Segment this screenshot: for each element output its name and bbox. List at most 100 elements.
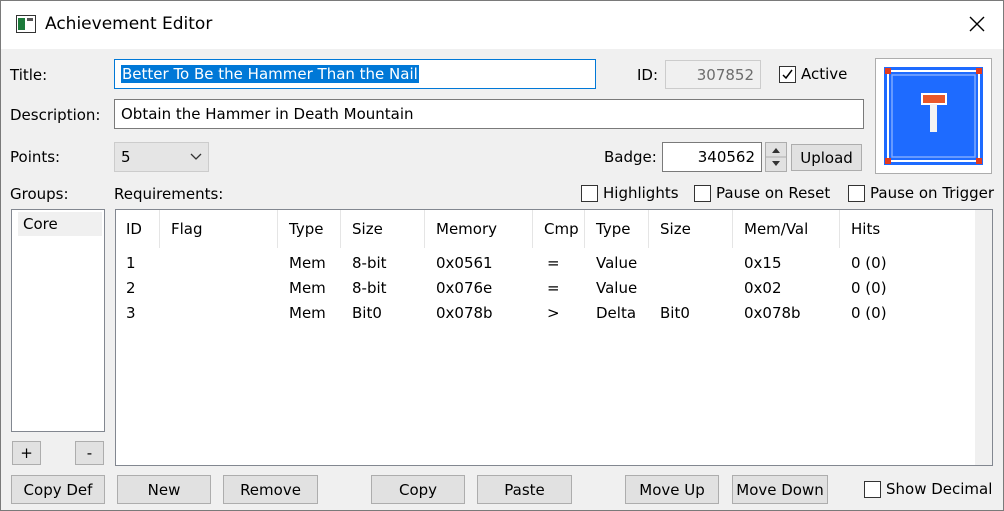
col-type[interactable]: Type (279, 210, 341, 248)
close-button[interactable] (951, 1, 1003, 47)
col-id[interactable]: ID (116, 210, 160, 248)
cell-cmp: = (547, 278, 560, 297)
cell-type: Mem (289, 253, 326, 272)
description-label: Description: (10, 106, 101, 124)
description-value: Obtain the Hammer in Death Mountain (121, 105, 414, 123)
badge-value: 340562 (697, 148, 755, 166)
title-label: Title: (10, 66, 48, 84)
col-size-2[interactable]: Size (650, 210, 733, 248)
cell-id: 1 (126, 253, 136, 272)
cell-size-2 (650, 275, 660, 300)
cell-mem-val: 0x078b (744, 303, 801, 322)
cell-type-2: Value (596, 278, 638, 297)
requirements-header: ID Flag Type Size Memory Cmp Type Size M… (116, 210, 977, 248)
highlights-label: Highlights (603, 184, 679, 202)
pause-on-reset-checkbox[interactable]: Pause on Reset (694, 184, 830, 202)
badge-input[interactable]: 340562 (662, 142, 762, 172)
move-up-button[interactable]: Move Up (625, 475, 719, 504)
copy-def-button[interactable]: Copy Def (11, 475, 105, 504)
new-button[interactable]: New (117, 475, 211, 504)
cell-id: 2 (126, 278, 136, 297)
group-remove-button[interactable]: - (75, 441, 104, 465)
remove-button[interactable]: Remove (223, 475, 318, 504)
cell-type: Mem (289, 303, 326, 322)
groups-list[interactable]: Core (11, 209, 105, 432)
highlights-checkbox[interactable]: Highlights (581, 184, 679, 202)
spin-arrows-icon (766, 148, 786, 166)
cell-type: Mem (289, 278, 326, 297)
pause-on-trigger-label: Pause on Trigger (870, 184, 995, 202)
active-checkbox-box (779, 65, 796, 83)
id-field: 307852 (665, 60, 761, 89)
cell-cmp: > (547, 303, 560, 322)
cell-memory: 0x0561 (436, 253, 493, 272)
move-down-button[interactable]: Move Down (732, 475, 828, 504)
col-mem-val[interactable]: Mem/Val (734, 210, 840, 248)
cell-size: 8-bit (352, 278, 387, 297)
window-title: Achievement Editor (45, 14, 213, 34)
show-decimal-label: Show Decimal (886, 480, 993, 498)
table-row[interactable]: 3 Mem Bit0 0x078b > Delta Bit0 0x078b 0 … (116, 300, 992, 325)
col-size[interactable]: Size (342, 210, 425, 248)
title-input[interactable]: Better To Be the Hammer Than the Nail (114, 59, 596, 89)
badge-spinner[interactable] (765, 142, 787, 172)
window-icon (16, 15, 36, 33)
cell-flag (161, 250, 171, 275)
group-item-core[interactable]: Core (18, 212, 102, 236)
table-row[interactable]: 2 Mem 8-bit 0x076e = Value 0x02 0 (0) (116, 275, 992, 300)
description-input[interactable]: Obtain the Hammer in Death Mountain (114, 99, 864, 129)
copy-button[interactable]: Copy (371, 475, 465, 504)
cell-size-2 (650, 250, 660, 275)
cell-size: Bit0 (352, 303, 382, 322)
pause-on-reset-checkbox-box (694, 184, 711, 202)
cell-size-2: Bit0 (660, 303, 690, 322)
title-bar: Achievement Editor (1, 1, 1003, 49)
requirements-grid[interactable]: ID Flag Type Size Memory Cmp Type Size M… (115, 209, 993, 466)
cell-mem-val: 0x15 (744, 253, 782, 272)
close-icon (969, 16, 985, 32)
badge-label: Badge: (604, 148, 657, 166)
id-value: 307852 (696, 65, 754, 84)
col-flag[interactable]: Flag (161, 210, 278, 248)
highlights-checkbox-box (581, 184, 598, 202)
cell-type-2: Value (596, 253, 638, 272)
points-dropdown[interactable]: 5 (114, 142, 209, 172)
badge-image (875, 58, 992, 174)
grid-scrollbar[interactable] (975, 210, 992, 465)
cell-type-2: Delta (596, 303, 637, 322)
group-add-button[interactable]: + (12, 441, 41, 465)
cell-flag (161, 300, 171, 325)
achievement-editor-window: Achievement Editor Title: Better To Be t… (0, 0, 1004, 511)
cell-hits: 0 (0) (851, 253, 887, 272)
cell-cmp: = (547, 253, 560, 272)
cell-hits: 0 (0) (851, 278, 887, 297)
col-type-2[interactable]: Type (586, 210, 649, 248)
active-label: Active (801, 65, 848, 83)
col-cmp[interactable]: Cmp (534, 210, 585, 248)
cell-hits: 0 (0) (851, 303, 887, 322)
id-label: ID: (637, 66, 659, 84)
cell-size: 8-bit (352, 253, 387, 272)
pause-on-trigger-checkbox[interactable]: Pause on Trigger (848, 184, 994, 202)
cell-memory: 0x078b (436, 303, 493, 322)
show-decimal-checkbox[interactable]: Show Decimal (864, 480, 992, 498)
points-label: Points: (10, 148, 61, 166)
cell-memory: 0x076e (436, 278, 493, 297)
requirements-label: Requirements: (114, 185, 224, 203)
points-value: 5 (121, 148, 131, 166)
pause-on-trigger-checkbox-box (848, 184, 865, 202)
col-hits[interactable]: Hits (841, 210, 977, 248)
cell-flag (161, 275, 171, 300)
cell-mem-val: 0x02 (744, 278, 782, 297)
active-checkbox[interactable]: Active (779, 65, 847, 83)
paste-button[interactable]: Paste (477, 475, 572, 504)
groups-label: Groups: (10, 185, 69, 203)
cell-id: 3 (126, 303, 136, 322)
title-input-value: Better To Be the Hammer Than the Nail (121, 65, 419, 83)
pause-on-reset-label: Pause on Reset (716, 184, 831, 202)
chevron-down-icon (190, 153, 202, 160)
col-memory[interactable]: Memory (426, 210, 533, 248)
show-decimal-checkbox-box (864, 480, 881, 498)
table-row[interactable]: 1 Mem 8-bit 0x0561 = Value 0x15 0 (0) (116, 250, 992, 275)
upload-button[interactable]: Upload (791, 144, 862, 171)
